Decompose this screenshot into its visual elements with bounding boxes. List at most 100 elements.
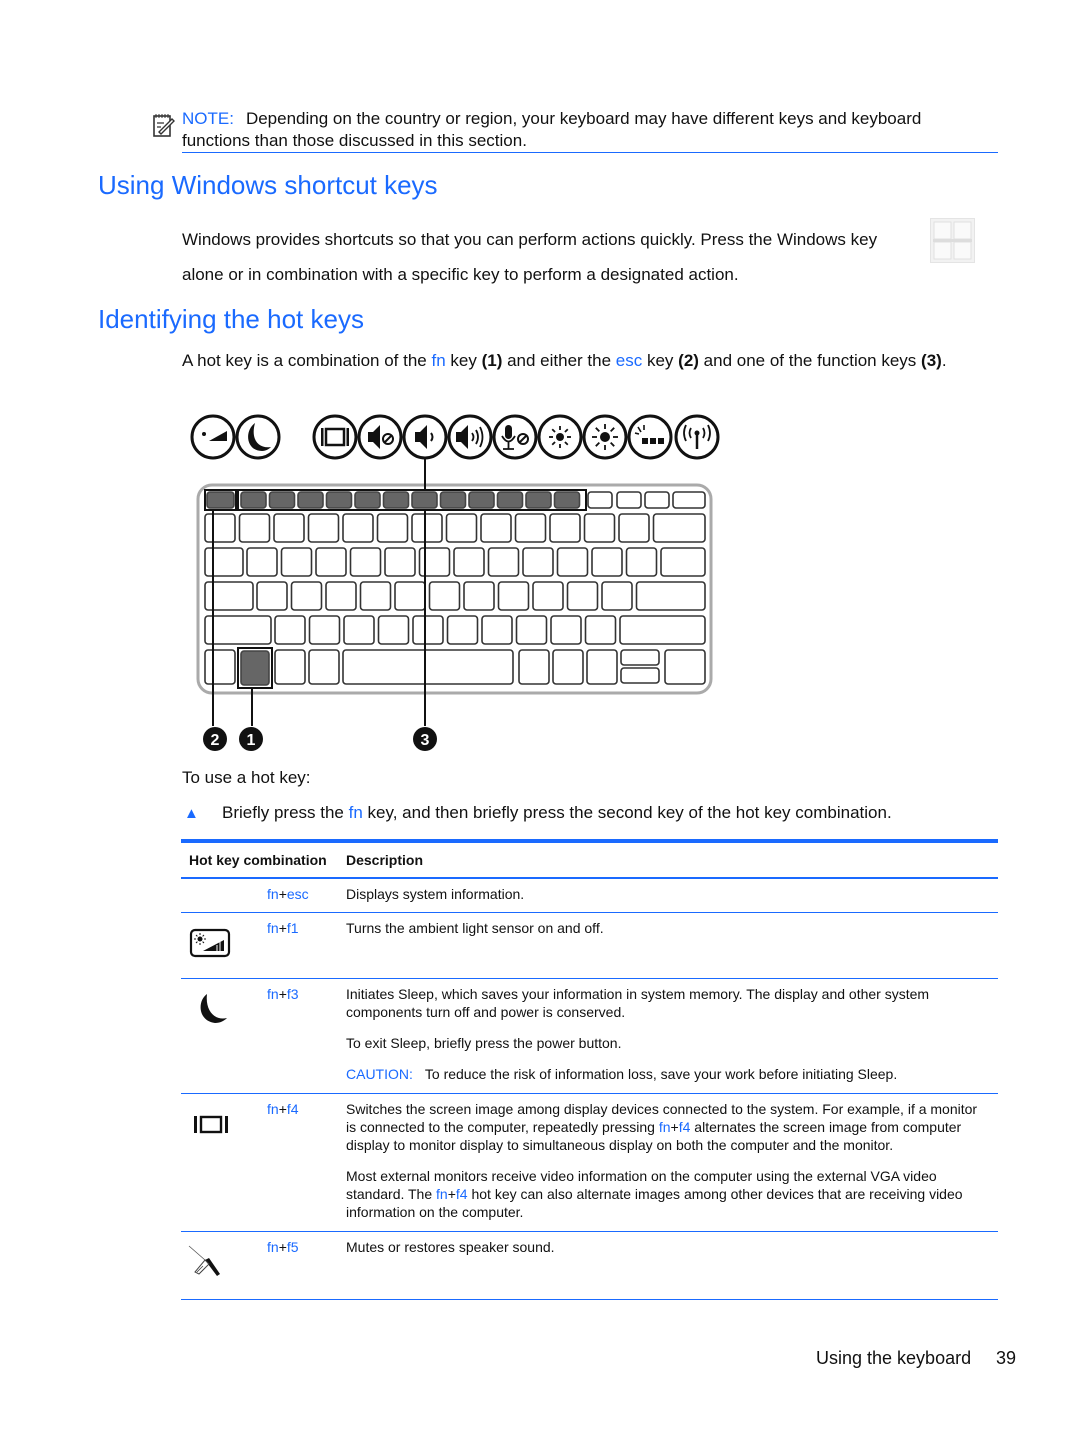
brightness-down-icon <box>537 414 583 460</box>
keyboard-key <box>480 513 512 543</box>
keyboard-key <box>525 491 552 509</box>
keyboard-key <box>515 615 548 645</box>
callout-label: 1 <box>247 732 256 749</box>
keyboard-key <box>343 615 375 645</box>
keyboard-key <box>635 581 706 611</box>
note-label: NOTE: <box>182 109 234 128</box>
keyboard-key <box>256 581 288 611</box>
hotkey-combo: fn+f4 <box>267 1101 299 1117</box>
keyboard-key <box>268 491 296 509</box>
footer-section-title: Using the keyboard <box>816 1348 972 1368</box>
keyboard-key <box>664 649 706 685</box>
keyboard-key <box>238 513 271 543</box>
keyboard-key <box>620 649 660 666</box>
keyboard-key <box>290 581 323 611</box>
keyboard-key <box>412 615 444 645</box>
keyboard-key <box>553 491 581 509</box>
to-use-hotkey-label: To use a hot key: <box>182 768 311 787</box>
keyboard-key <box>446 615 479 645</box>
keyboard-key <box>522 547 554 577</box>
keyboard-key <box>566 581 599 611</box>
keyboard-key <box>204 513 236 543</box>
keyboard-key <box>518 649 550 685</box>
ambient-light-sensor-icon <box>190 414 236 460</box>
mute-icon <box>357 414 403 460</box>
hotkey-description: Initiates Sleep, which saves your inform… <box>346 979 998 1093</box>
keyboard-key <box>445 513 478 543</box>
keyboard-key <box>497 581 530 611</box>
keyboard-key <box>342 649 514 685</box>
hotkey-combo: fn+esc <box>267 886 309 902</box>
wireless-icon <box>674 414 720 460</box>
table-row: fn+esc Displays system information. <box>181 879 998 913</box>
mic-mute-icon <box>492 414 538 460</box>
header-description: Description <box>346 852 424 868</box>
keyboard-key <box>532 581 564 611</box>
table-row: fn+f4 Switches the screen image among di… <box>181 1094 998 1232</box>
keyboard-key <box>644 491 670 509</box>
keyboard-key <box>273 513 305 543</box>
table-row: fn+f3 Initiates Sleep, which saves your … <box>181 979 998 1094</box>
keyboard-key <box>584 615 617 645</box>
keyboard-key <box>652 513 706 543</box>
keyboard-key <box>325 491 353 509</box>
keyboard-key <box>274 615 306 645</box>
callout-2: 2 <box>203 727 227 751</box>
keyboard-key <box>204 649 236 685</box>
keyboard-key <box>384 547 416 577</box>
keyboard-key <box>556 547 589 577</box>
keyboard-key <box>204 615 272 645</box>
fn-key-ref: fn <box>431 351 446 370</box>
keyboard-key <box>481 615 513 645</box>
keyboard-key <box>549 513 581 543</box>
hotkey-description: Displays system information. <box>346 886 525 902</box>
callout-label: 3 <box>421 732 430 749</box>
windows-paragraph-line1: Windows provides shortcuts so that you c… <box>182 230 878 249</box>
keyboard-key <box>550 615 582 645</box>
callout-label: 2 <box>211 732 220 749</box>
callout-1: 1 <box>239 727 263 751</box>
keyboard-key <box>583 513 616 543</box>
keyboard-key <box>616 491 642 509</box>
heading-identifying-hot-keys: Identifying the hot keys <box>98 304 364 334</box>
windows-paragraph-line2: alone or in combination with a specific … <box>182 265 739 284</box>
keyboard-key <box>308 615 341 645</box>
keyboard-key <box>382 491 410 509</box>
bullet-triangle-icon: ▲ <box>184 805 199 822</box>
keyboard-keys <box>204 491 706 686</box>
keyboard-key <box>307 513 340 543</box>
sleep-icon <box>235 414 281 460</box>
keyboard-key <box>342 513 374 543</box>
mute-pen-icon <box>181 1232 267 1299</box>
keyboard-key <box>428 581 461 611</box>
note-pencil-icon <box>153 114 175 137</box>
hotkey-combo: fn+f1 <box>267 920 299 936</box>
keyboard-key <box>297 491 324 509</box>
keyboard-key <box>206 491 235 509</box>
fn-key-ref: fn <box>348 803 363 822</box>
keyboard-diagram: 2 1 3 <box>190 414 720 751</box>
keyboard-key <box>601 581 633 611</box>
display-switch-icon <box>312 414 358 460</box>
keyboard-key <box>439 491 467 509</box>
hotkey-description: Switches the screen image among display … <box>346 1101 978 1220</box>
note-divider <box>182 152 998 153</box>
windows-key-icon <box>930 218 975 263</box>
keyboard-key <box>487 547 520 577</box>
keyboard-key <box>618 513 650 543</box>
hotkey-combo: fn+f5 <box>267 1239 299 1255</box>
keyboard-key <box>325 581 357 611</box>
keyboard-key <box>672 491 706 509</box>
keyboard-key <box>377 615 410 645</box>
keyboard-key <box>619 615 706 645</box>
keyboard-key <box>411 491 438 509</box>
table-row: fn+f1 Turns the ambient light sensor on … <box>181 913 998 979</box>
callout-3: 3 <box>413 727 437 751</box>
keyboard-key <box>246 547 278 577</box>
keyboard-key <box>468 491 495 509</box>
keyboard-key <box>587 491 613 509</box>
keyboard-key <box>620 667 660 684</box>
brightness-up-icon <box>582 414 628 460</box>
keyboard-backlight-icon <box>627 414 673 460</box>
keyboard-key <box>354 491 381 509</box>
